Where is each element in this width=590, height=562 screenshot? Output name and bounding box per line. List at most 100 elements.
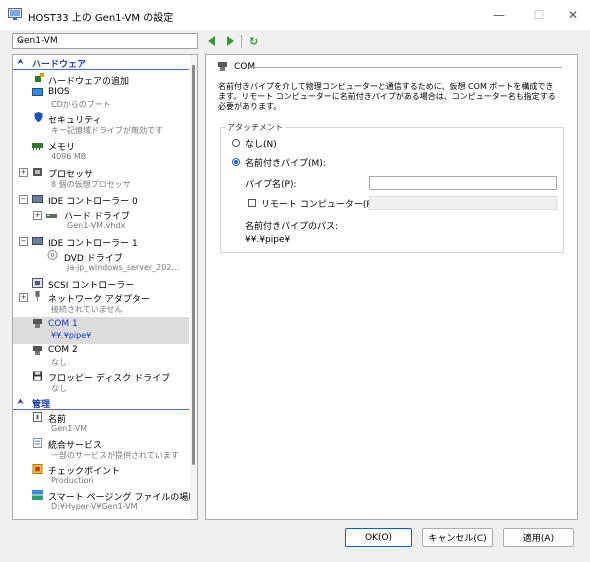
pipe-name-input[interactable]: [369, 176, 557, 190]
cancel-button[interactable]: キャンセル(C): [422, 528, 493, 547]
bios-chip-icon: [32, 88, 43, 96]
tree-item-sub: Production: [51, 476, 94, 485]
scrollbar-thumb[interactable]: [192, 65, 195, 465]
title-bar: HOST33 上の Gen1-VM の設定 — ☐ ✕: [0, 0, 590, 30]
vm-select-dropdown[interactable]: Gen1-VM ⌄: [12, 33, 198, 49]
section-management-label: 管理: [32, 400, 51, 410]
com-settings-panel: COM 名前付きパイプを介して物理コンピューターと通信するために、仮想 COM …: [205, 54, 578, 520]
settings-window-icon: [8, 8, 22, 20]
tree-item-sub: CDからのブート: [51, 100, 111, 109]
tree-item-integration-services[interactable]: 統合サービス 一部のサービスが提供されています: [13, 437, 189, 463]
tree-item-label: BIOS: [48, 87, 70, 97]
panel-description: 名前付きパイプを介して物理コンピューターと通信するために、仮想 COM ポートを…: [218, 82, 556, 111]
tree-item-sub: ja-jp_windows_server_202...: [67, 263, 180, 272]
tree-item-sub: ¥¥.¥pipe¥: [51, 331, 92, 340]
com-port-icon: [33, 346, 42, 355]
floppy-disk-icon: [32, 371, 43, 381]
collapse-icon[interactable]: −: [19, 195, 28, 204]
ide-controller-icon: [32, 195, 43, 203]
tree-item-sub: 4096 MB: [51, 152, 87, 161]
tree-item-label: IDE コントローラー 0: [48, 197, 138, 207]
tree-item-memory[interactable]: メモリ 4096 MB: [13, 139, 189, 165]
com-port-icon: [218, 62, 227, 71]
tree-item-name[interactable]: 名前 Gen1-VM: [13, 411, 189, 437]
scsi-controller-icon: [32, 278, 43, 288]
tree-item-sub: Gen1-VM: [51, 424, 88, 433]
chevron-down-icon: ⌄: [17, 35, 25, 45]
tree-item-scsi-controller[interactable]: SCSI コントローラー: [13, 277, 189, 291]
tree-item-processor[interactable]: + プロセッサ 8 個の仮想プロセッサ: [13, 166, 189, 192]
remote-computer-input[interactable]: [369, 196, 557, 210]
tree-item-hard-drive[interactable]: + ハード ドライブ Gen1-VM.vhdx: [13, 208, 189, 234]
radio-named-pipe-label[interactable]: 名前付きパイプ(M):: [245, 156, 326, 169]
tree-scrollbar[interactable]: [190, 55, 197, 519]
tree-item-smart-paging[interactable]: スマート ページング ファイルの場所 D:¥Hyper-V¥Gen1-VM: [13, 489, 197, 515]
header-divider: [250, 67, 562, 68]
memory-icon: [32, 143, 43, 150]
tree-item-sub: Gen1-VM.vhdx: [67, 221, 126, 230]
back-arrow-icon[interactable]: [208, 36, 215, 46]
hard-drive-icon: [46, 214, 57, 218]
tree-item-com1[interactable]: COM 1 ¥¥.¥pipe¥: [13, 317, 189, 344]
radio-none[interactable]: [232, 139, 240, 147]
collapse-chevron-icon: ⮝: [17, 57, 24, 66]
processor-icon: [33, 168, 42, 176]
expand-icon[interactable]: +: [33, 211, 42, 220]
network-adapter-icon: [35, 291, 40, 301]
tree-item-ide-controller-0[interactable]: − IDE コントローラー 0: [13, 193, 189, 207]
attachment-group-title: アタッチメント: [225, 122, 285, 133]
window-title: HOST33 上の Gen1-VM の設定: [28, 13, 174, 24]
tree-item-label: COM 2: [48, 345, 78, 355]
tree-item-sub: 8 個の仮想プロセッサ: [51, 180, 131, 189]
pipe-name-label: パイプ名(P):: [245, 180, 297, 190]
tree-item-label: IDE コントローラー 1: [48, 239, 138, 249]
settings-tree[interactable]: ⮝ ハードウェア ハードウェアの追加 BIOS CDからのブート セキュリティ …: [12, 54, 198, 520]
pipe-path-label: 名前付きパイプのパス:: [245, 222, 339, 232]
ok-button[interactable]: OK(O): [345, 528, 412, 547]
tree-item-security[interactable]: セキュリティ キー記憶域ドライブが無効です: [13, 112, 189, 138]
smart-paging-icon: [32, 490, 43, 500]
tree-item-label: SCSI コントローラー: [48, 281, 135, 291]
forward-arrow-icon[interactable]: [227, 36, 234, 46]
navigation-toolbar: ↻: [208, 33, 258, 49]
tree-item-sub: D:¥Hyper-V¥Gen1-VM: [51, 502, 138, 511]
tree-item-com2[interactable]: COM 2 なし: [13, 344, 189, 370]
tree-item-sub: 一部のサービスが提供されています: [51, 451, 179, 460]
tree-item-dvd-drive[interactable]: DVD ドライブ ja-jp_windows_server_202...: [13, 250, 189, 276]
tree-item-checkpoints[interactable]: チェックポイント Production: [13, 463, 189, 489]
com-port-icon: [33, 319, 42, 328]
checkpoint-icon: [32, 464, 43, 474]
tree-item-sub: キー記憶域ドライブが無効です: [51, 126, 163, 135]
tree-item-floppy-drive[interactable]: フロッピー ディスク ドライブ なし: [13, 370, 189, 396]
apply-button[interactable]: 適用(A): [503, 528, 574, 547]
tree-item-label: COM 1: [48, 319, 78, 329]
section-management[interactable]: ⮝ 管理: [13, 397, 189, 410]
tree-item-bios[interactable]: BIOS CDからのブート: [13, 86, 189, 112]
collapse-icon[interactable]: −: [19, 237, 28, 246]
tree-item-sub: なし: [51, 384, 67, 393]
tree-item-ide-controller-1[interactable]: − IDE コントローラー 1: [13, 235, 189, 249]
radio-none-label[interactable]: なし(N): [245, 137, 277, 150]
toolbar-divider: [241, 34, 242, 48]
close-button[interactable]: ✕: [550, 0, 590, 30]
section-hardware[interactable]: ⮝ ハードウェア: [13, 57, 189, 70]
add-hardware-icon: [35, 73, 44, 82]
collapse-chevron-icon: ⮝: [17, 397, 24, 406]
remote-computer-checkbox[interactable]: [248, 199, 256, 207]
integration-services-icon: [32, 438, 43, 448]
attachment-group: アタッチメント なし(N) 名前付きパイプ(M): パイプ名(P): リモート …: [220, 122, 564, 253]
tree-item-network-adapter[interactable]: + ネットワーク アダプター 接続されていません: [13, 291, 189, 317]
name-tag-icon: [32, 412, 43, 422]
tree-item-add-hardware[interactable]: ハードウェアの追加: [13, 72, 189, 87]
expand-icon[interactable]: +: [19, 293, 28, 302]
tree-item-sub: なし: [51, 358, 67, 367]
tree-item-sub: 接続されていません: [51, 305, 123, 314]
expand-icon[interactable]: +: [19, 168, 28, 177]
remote-computer-label[interactable]: リモート コンピューター(R):: [261, 197, 379, 210]
radio-named-pipe[interactable]: [232, 158, 240, 166]
refresh-icon[interactable]: ↻: [249, 35, 258, 48]
ide-controller-icon: [32, 237, 43, 245]
pipe-path-value: ¥¥.¥pipe¥: [245, 235, 291, 245]
dvd-disc-icon: [47, 250, 58, 260]
shield-icon: [34, 112, 43, 122]
